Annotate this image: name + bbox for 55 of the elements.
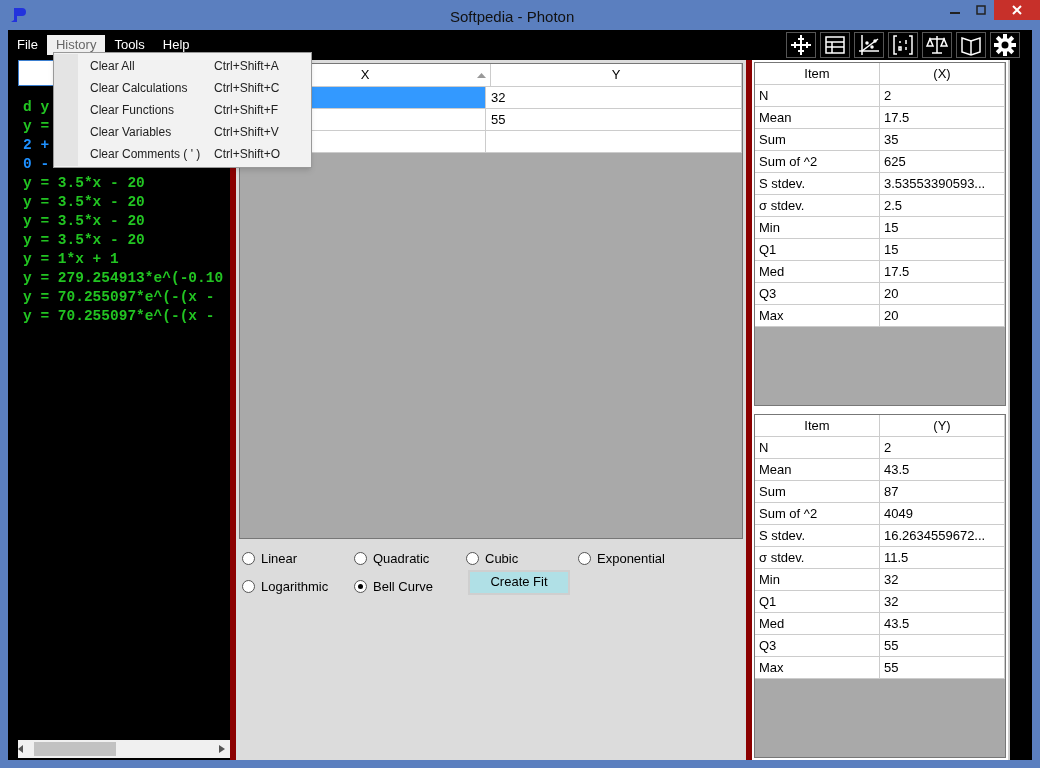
crosshair-icon[interactable] [786,32,816,58]
radio-button[interactable] [242,579,255,593]
radio-button[interactable] [242,552,255,566]
book-icon[interactable] [956,32,986,58]
table-cell: 20 [880,305,1005,327]
table-cell: Max [755,305,880,327]
table-cell: Max [755,657,880,679]
table-icon[interactable] [820,32,850,58]
console-line: y = 279.254913*e^(-0.10 [23,269,224,288]
balance-scale-icon[interactable] [922,32,952,58]
console-line: y = 3.5*x - 20 [23,212,145,231]
window-title: Softpedia - Photon [450,7,575,27]
console-line: d y [23,98,50,117]
settings-icon[interactable] [990,32,1020,58]
close-button[interactable] [994,0,1040,20]
menu-item[interactable]: History [46,35,106,55]
dropdown-menu-item[interactable]: Clear Variables Ctrl+Shift+V [78,121,311,143]
radio-label: Cubic [485,550,519,568]
radio-button[interactable] [578,552,591,566]
create-fit-button[interactable]: Create Fit [468,569,570,595]
radio-label: Linear [261,550,298,568]
matrix-icon[interactable] [888,32,918,58]
horizontal-scrollbar[interactable] [18,740,230,758]
radio-label: Logarithmic [261,577,329,596]
radio-label: Bell Curve [373,577,433,596]
console-line: 2 + [23,136,50,155]
menu-item[interactable]: Help [153,35,199,55]
dropdown-menu-item[interactable]: Clear Functions Ctrl+Shift+F [78,99,311,121]
menu-item[interactable]: Tools [105,35,154,55]
console-line: y = 70.255097*e^(-(x - [23,307,215,326]
maximize-icon [976,5,986,15]
scroll-right-icon[interactable] [219,745,225,753]
radio-button[interactable] [354,552,367,566]
console-line: y = 3.5*x - 20 [23,231,145,250]
console-line: y = 70.255097*e^(-(x - [23,288,215,307]
app-logo-icon [10,6,26,24]
radio-label: Exponential [597,550,665,568]
table-cell[interactable] [486,131,742,153]
sort-icon [477,72,486,78]
radio-label: Quadratic [373,550,430,568]
scrollbar-thumb[interactable] [34,742,116,756]
dropdown-menu-item[interactable]: Clear Comments ( ' ) Ctrl+Shift+O [78,143,311,165]
radio-button[interactable] [354,579,367,593]
minimize-icon [950,12,960,14]
close-icon [1012,5,1022,15]
console-line: y = [23,117,50,136]
console-line: y = 3.5*x - 20 [23,193,145,212]
console-line: 0 - [23,155,50,174]
console-line: y = 1*x + 1 [23,250,119,269]
table-cell: 55 [880,657,1005,679]
scatter-plot-icon[interactable] [854,32,884,58]
menu-item[interactable]: File [8,35,47,55]
radio-button[interactable] [466,552,479,566]
console-line: y = 3.5*x - 20 [23,174,145,193]
scroll-left-icon[interactable] [18,745,24,753]
